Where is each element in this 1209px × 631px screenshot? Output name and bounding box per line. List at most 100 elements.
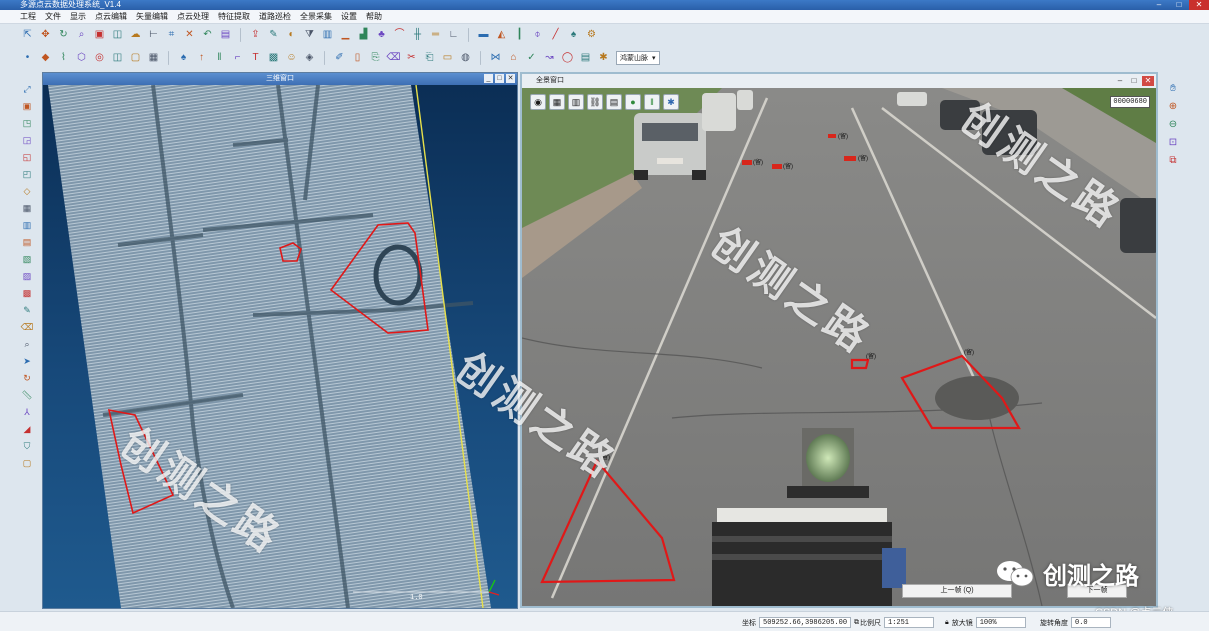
bracket-icon[interactable]: ⌐	[230, 51, 245, 66]
ruler-icon[interactable]: 📏︎	[20, 388, 34, 402]
page-icon[interactable]: ▯	[350, 51, 365, 66]
menu-cloud-process[interactable]: 点云处理	[177, 11, 209, 22]
color-return-icon[interactable]: ▨	[20, 269, 34, 283]
lamp-icon[interactable]: ⌽	[530, 28, 545, 43]
trash-icon[interactable]: ⌫	[386, 51, 401, 66]
scale-value[interactable]: 1:251	[884, 617, 934, 628]
sphere-icon[interactable]: ◍	[458, 51, 473, 66]
point-cloud-viewport[interactable]	[43, 85, 517, 608]
fit-icon[interactable]: ⊡	[1166, 136, 1180, 150]
measure-bars-icon[interactable]: ‖	[644, 94, 660, 110]
pano-chart-icon[interactable]: ▥	[568, 94, 584, 110]
color-height-icon[interactable]: ▤	[20, 235, 34, 249]
lines-icon[interactable]: ‖	[212, 51, 227, 66]
color-time-icon[interactable]: ▩	[20, 286, 34, 300]
camera-icon[interactable]: ◉	[530, 94, 546, 110]
paint-icon[interactable]: ✎	[266, 28, 281, 43]
crop-icon[interactable]: ⌗	[164, 28, 179, 43]
layers-icon[interactable]: ⧉	[1166, 154, 1180, 168]
image-icon[interactable]: ▣	[92, 28, 107, 43]
filter-icon[interactable]: ⧩	[302, 28, 317, 43]
minimize-button[interactable]: –	[1149, 0, 1169, 10]
panel-close-button[interactable]: ✕	[506, 74, 515, 83]
gear-icon[interactable]: ✱	[596, 51, 611, 66]
menu-project[interactable]: 工程	[20, 11, 36, 22]
vegetation-icon[interactable]: ♣	[374, 28, 389, 43]
menu-vector-edit[interactable]: 矢量编辑	[136, 11, 168, 22]
card-icon[interactable]: ▤	[578, 51, 593, 66]
panorama-close-button[interactable]: ✕	[1142, 76, 1154, 86]
box-icon[interactable]: ▢	[128, 51, 143, 66]
delete-icon[interactable]: ✕	[182, 28, 197, 43]
menu-help[interactable]: 帮助	[366, 11, 382, 22]
box-icon[interactable]: ▢	[20, 456, 34, 470]
zoom-icon[interactable]: ⌕	[74, 28, 89, 43]
check-icon[interactable]: ✓	[524, 51, 539, 66]
pen-icon[interactable]: ✐	[332, 51, 347, 66]
curb-icon[interactable]: ∟	[446, 28, 461, 43]
link-icon[interactable]: ⛓	[587, 94, 603, 110]
zoom-value[interactable]: 100%	[975, 617, 1026, 628]
settings-icon[interactable]: ⚙	[584, 28, 599, 43]
measure-icon[interactable]: ⊢	[146, 28, 161, 43]
scissors-icon[interactable]: ✂	[404, 51, 419, 66]
menu-display[interactable]: 显示	[70, 11, 86, 22]
panorama-view[interactable]: (留) (留) (留) (留) (留) (留) (留) ◉ ▦ ▥ ⛓ ▤ ● …	[522, 88, 1156, 606]
text-icon[interactable]: T	[248, 51, 263, 66]
view-iso-icon[interactable]: ◇	[20, 184, 34, 198]
menu-file[interactable]: 文件	[45, 11, 61, 22]
green-globe-icon[interactable]: ●	[625, 94, 641, 110]
cube-icon[interactable]: ◈	[302, 51, 317, 66]
sign-icon[interactable]: ◭	[494, 28, 509, 43]
ground-icon[interactable]: ▁	[338, 28, 353, 43]
doc-icon[interactable]: ▭	[440, 51, 455, 66]
magnifier-icon[interactable]: ⌕	[20, 337, 34, 351]
grid-icon[interactable]: ▦	[146, 51, 161, 66]
paste-icon[interactable]: ⎗	[422, 51, 437, 66]
layer-icon[interactable]: ◫	[110, 28, 125, 43]
zoom-extent-icon[interactable]: ⤢	[20, 82, 34, 96]
polyline-icon[interactable]: ⌇	[56, 51, 71, 66]
route-icon[interactable]: ↝	[542, 51, 557, 66]
export-icon[interactable]: ⇪	[248, 28, 263, 43]
view-front-icon[interactable]: ◳	[20, 116, 34, 130]
coord-copy-icon[interactable]: ⧉	[854, 619, 859, 627]
pointer-icon[interactable]: ➤	[20, 354, 34, 368]
rotate-icon[interactable]: ↻	[56, 28, 71, 43]
section-icon[interactable]: ╫	[410, 28, 425, 43]
menu-settings[interactable]: 设置	[341, 11, 357, 22]
layer-icon[interactable]: ◫	[110, 51, 125, 66]
rotate-value[interactable]: 0.0	[1071, 617, 1111, 628]
edit-icon[interactable]: ✎	[20, 303, 34, 317]
eraser-icon[interactable]: ⌫	[20, 320, 34, 334]
tree-icon[interactable]: ♠	[566, 28, 581, 43]
pan-icon[interactable]: ✥	[38, 28, 53, 43]
color-intensity-icon[interactable]: ▥	[20, 218, 34, 232]
cloud-icon[interactable]: ☁	[128, 28, 143, 43]
view-top-icon[interactable]: ▣	[20, 99, 34, 113]
shield-icon[interactable]: ⛉	[20, 439, 34, 453]
vertex-icon[interactable]: ◆	[38, 51, 53, 66]
hatch-icon[interactable]: ▩	[266, 51, 281, 66]
pano-settings-icon[interactable]: ✱	[663, 94, 679, 110]
panorama-minimize-button[interactable]: –	[1114, 76, 1126, 86]
save-icon[interactable]: ▤	[218, 28, 233, 43]
select-icon[interactable]: ⇱	[20, 28, 35, 43]
pole-icon[interactable]: ┃	[512, 28, 527, 43]
undo-icon[interactable]: ↶	[200, 28, 215, 43]
close-button[interactable]: ✕	[1189, 0, 1209, 10]
tag-icon[interactable]: ⌂	[506, 51, 521, 66]
classify-icon[interactable]: ▥	[320, 28, 335, 43]
capture-icon[interactable]: ◎	[92, 51, 107, 66]
globe-icon[interactable]: ◯	[560, 51, 575, 66]
point-icon[interactable]: •	[20, 51, 35, 66]
region-select[interactable]: 鸿蒙山脉 ▾	[616, 51, 660, 65]
road-icon[interactable]: ═	[428, 28, 443, 43]
refresh-icon[interactable]: ↻	[20, 371, 34, 385]
line-icon[interactable]: ╱	[548, 28, 563, 43]
tree-icon[interactable]: ♠	[176, 51, 191, 66]
menu-road-inspect[interactable]: 道路巡检	[259, 11, 291, 22]
color-icon[interactable]: ◐	[284, 28, 299, 43]
polygon-icon[interactable]: ⬡	[74, 51, 89, 66]
zoom-out-icon[interactable]: ⊖	[1166, 118, 1180, 132]
